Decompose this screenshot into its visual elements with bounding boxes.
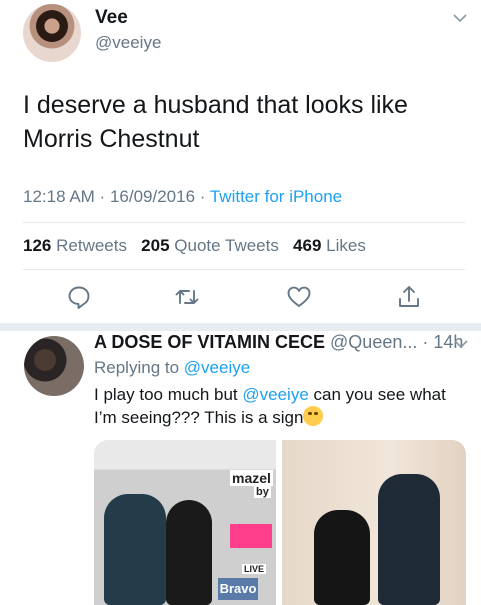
tweet-date: 16/09/2016 (109, 187, 196, 206)
person-figure (378, 474, 440, 605)
tweet-meta: 12:18 AM · 16/09/2016 · Twitter for iPho… (23, 187, 343, 206)
like-icon[interactable] (286, 284, 312, 310)
media-photo-left[interactable]: mazel by LIVE Bravo (94, 440, 276, 605)
reply-media[interactable]: mazel by LIVE Bravo (94, 440, 466, 605)
retweets-stat[interactable]: 126 Retweets (23, 236, 127, 255)
likes-stat[interactable]: 469 Likes (293, 236, 366, 255)
mention-link[interactable]: @veeiye (242, 385, 308, 404)
tweet-text: I deserve a husband that looks like Morr… (23, 91, 408, 153)
smiling-face-with-hearts-icon (303, 406, 324, 426)
author-name[interactable]: Vee (95, 7, 128, 29)
person-figure (166, 500, 212, 605)
reply-author-line[interactable]: A DOSE OF VITAMIN CECE @Queen... · 14h (94, 332, 463, 353)
reply-author-avatar[interactable] (24, 336, 84, 396)
retweet-icon[interactable] (174, 284, 200, 310)
divider (23, 222, 465, 223)
reply-text: I play too much but @veeiye can you see … (94, 385, 446, 427)
divider (23, 269, 465, 270)
section-separator (0, 323, 481, 331)
person-figure (314, 510, 370, 605)
person-figure (104, 494, 166, 605)
tweet-time: 12:18 AM (23, 187, 95, 206)
reply-author-handle[interactable]: @Queen... (330, 332, 417, 352)
chevron-down-icon[interactable] (452, 10, 468, 26)
reply-icon[interactable] (66, 284, 92, 310)
backdrop-panel (230, 524, 272, 548)
tweet-source-link[interactable]: Twitter for iPhone (210, 187, 342, 206)
replying-to-link[interactable]: @veeiye (184, 358, 250, 377)
share-icon[interactable] (396, 284, 422, 310)
media-photo-right[interactable] (282, 440, 466, 605)
author-handle[interactable]: @veeiye (95, 33, 161, 53)
replying-to: Replying to @veeiye (94, 358, 251, 377)
quote-tweets-stat[interactable]: 205 Quote Tweets (141, 236, 279, 255)
author-avatar[interactable] (23, 4, 81, 62)
reply-author-name[interactable]: A DOSE OF VITAMIN CECE (94, 332, 325, 352)
chevron-down-icon[interactable] (453, 336, 469, 352)
tweet-stats: 126 Retweets 205 Quote Tweets 469 Likes (23, 236, 366, 256)
